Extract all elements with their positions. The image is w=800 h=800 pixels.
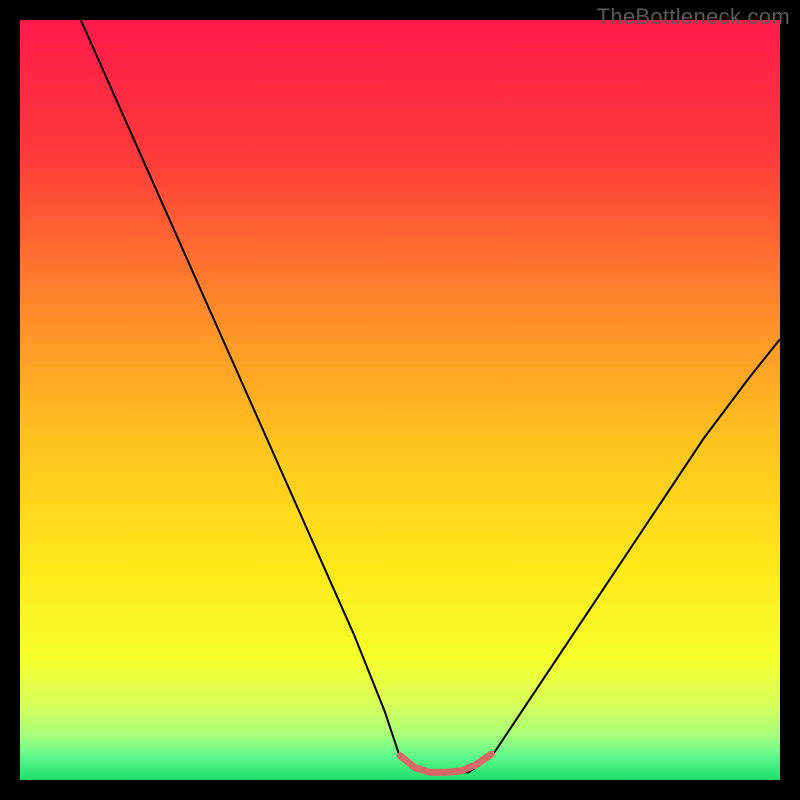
gradient-background: [20, 20, 780, 780]
chart-frame: TheBottleneck.com: [0, 0, 800, 800]
plot-area: [20, 20, 780, 780]
bottleneck-chart: [20, 20, 780, 780]
watermark-label: TheBottleneck.com: [597, 4, 790, 30]
